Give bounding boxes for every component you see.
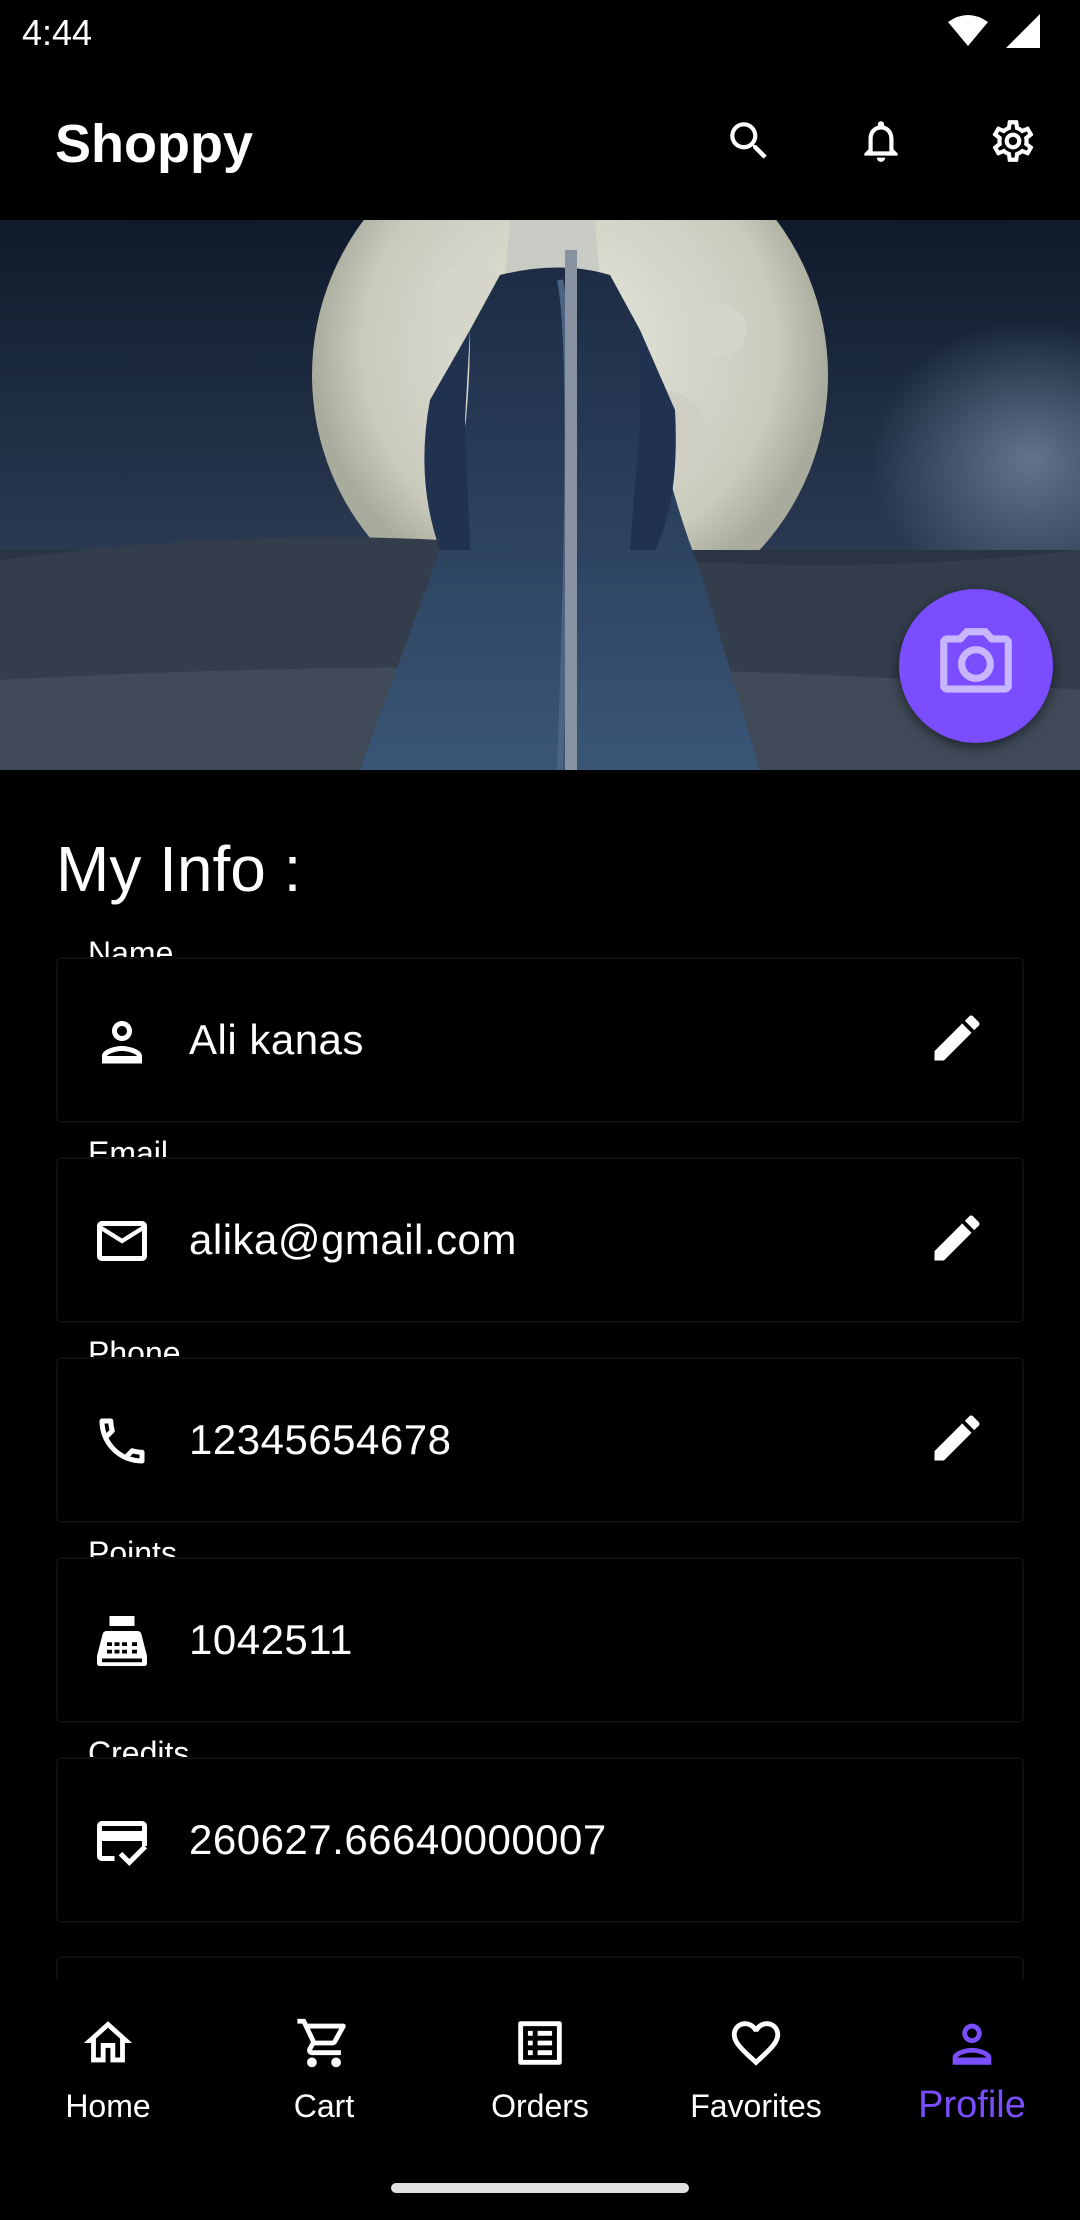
heart-icon — [648, 2014, 864, 2072]
edit-email-button[interactable] — [922, 1205, 992, 1275]
nav-cart-label: Cart — [293, 2088, 355, 2124]
status-icons — [948, 14, 1040, 48]
pencil-icon — [927, 1208, 987, 1273]
phone-value: 12345654678 — [189, 1416, 452, 1463]
app-bar: Shoppy — [0, 66, 1080, 220]
profile-screen: 4:44 Shoppy My Info: Name Ali kanas Ema… — [0, 0, 1080, 2220]
credit-card-check-icon — [92, 1811, 152, 1871]
nav-favorites[interactable]: Favorites — [648, 2014, 864, 2144]
nav-home[interactable]: Home — [0, 2014, 216, 2144]
edit-phone-button[interactable] — [922, 1405, 992, 1475]
wifi-icon — [948, 14, 988, 48]
status-bar: 4:44 — [0, 0, 1080, 66]
camera-icon — [933, 621, 1019, 712]
name-field: Ali kanas — [56, 957, 1024, 1123]
mail-icon — [92, 1211, 152, 1271]
pencil-icon — [927, 1408, 987, 1473]
notifications-button[interactable] — [846, 108, 916, 178]
cart-icon — [216, 2014, 432, 2072]
name-value: Ali kanas — [189, 1016, 364, 1063]
bell-icon — [856, 116, 906, 171]
change-cover-photo-button[interactable] — [899, 589, 1053, 743]
email-field: alika@gmail.com — [56, 1157, 1024, 1323]
points-value: 1042511 — [189, 1616, 353, 1663]
nav-profile-label: Profile — [918, 2084, 1026, 2126]
home-indicator[interactable] — [391, 2183, 689, 2193]
phone-field: 12345654678 — [56, 1357, 1024, 1523]
person-icon — [92, 1011, 152, 1071]
nav-cart[interactable]: Cart — [216, 2014, 432, 2144]
nav-home-label: Home — [65, 2088, 151, 2124]
nav-profile[interactable]: Profile — [864, 2014, 1080, 2144]
nav-orders-label: Orders — [491, 2088, 589, 2124]
search-button[interactable] — [714, 108, 784, 178]
credits-field: 260627.66640000007 — [56, 1757, 1024, 1923]
credits-value: 260627.66640000007 — [189, 1816, 607, 1863]
phone-icon — [92, 1411, 152, 1471]
register-icon — [92, 1611, 152, 1671]
app-title: Shoppy — [55, 114, 253, 174]
search-icon — [724, 116, 774, 171]
home-icon — [0, 2014, 216, 2072]
profile-cover-image — [0, 220, 1080, 770]
pencil-icon — [927, 1008, 987, 1073]
nav-favorites-label: Favorites — [690, 2088, 822, 2124]
points-field: 1042511 — [56, 1557, 1024, 1723]
signal-icon — [1006, 14, 1040, 48]
email-value: alika@gmail.com — [189, 1216, 517, 1263]
list-icon — [432, 2014, 648, 2072]
nav-orders[interactable]: Orders — [432, 2014, 648, 2144]
settings-button[interactable] — [978, 108, 1048, 178]
person-icon — [864, 2014, 1080, 2072]
status-time: 4:44 — [22, 12, 93, 53]
edit-name-button[interactable] — [922, 1005, 992, 1075]
gear-icon — [988, 116, 1038, 171]
section-title: My Info : — [56, 833, 302, 905]
